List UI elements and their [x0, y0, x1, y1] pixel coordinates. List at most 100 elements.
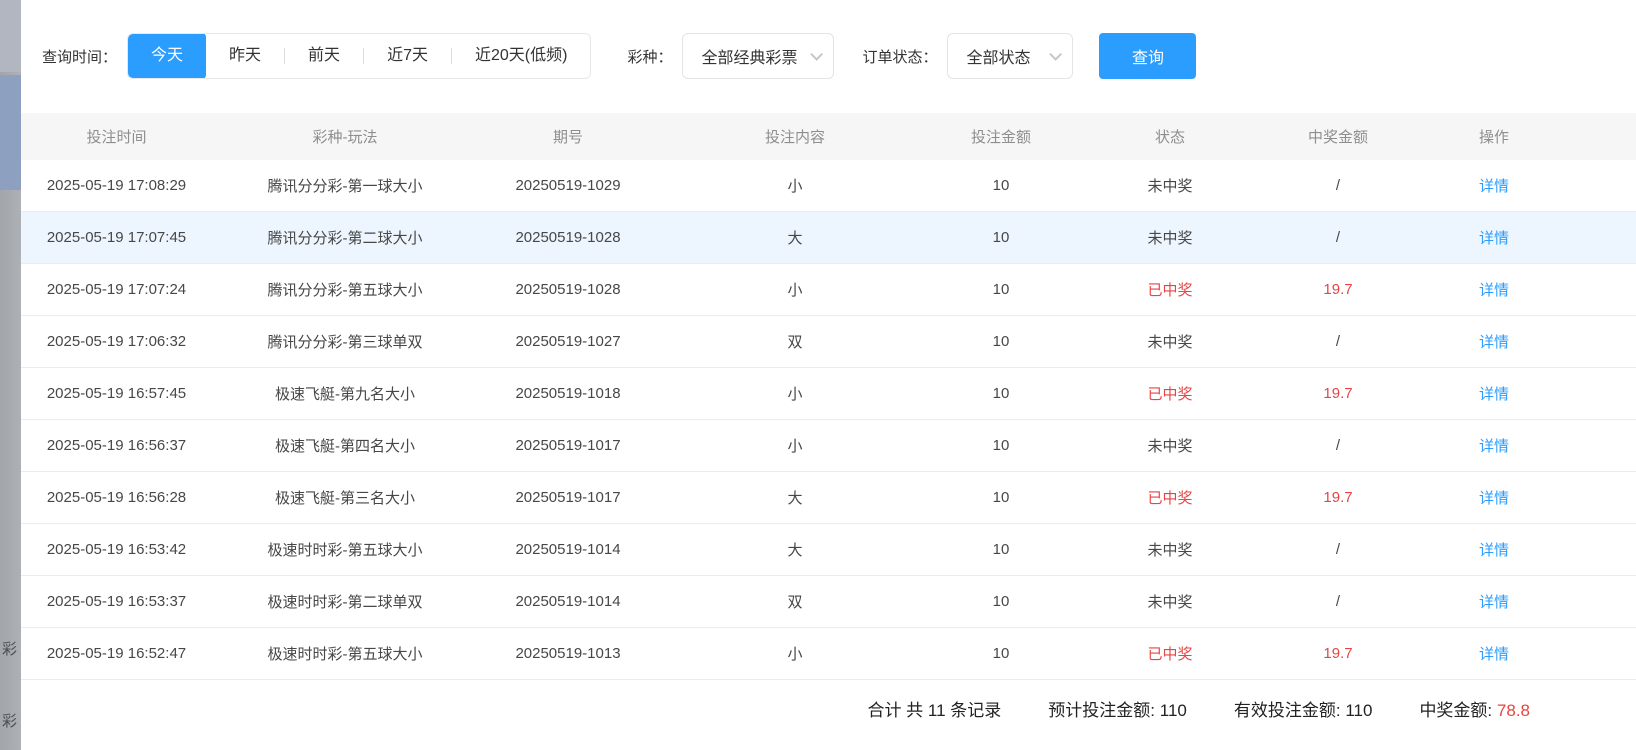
table-body: 2025-05-19 17:08:29腾讯分分彩-第一球大小20250519-1… [21, 160, 1636, 680]
content-cell: 大 [658, 539, 932, 560]
order-status-select[interactable]: 全部状态 [947, 33, 1073, 79]
order-status-value: 全部状态 [966, 44, 1030, 68]
status-cell: 已中奖 [1070, 487, 1270, 508]
amount-cell: 10 [932, 489, 1070, 506]
operation-cell: 详情 [1406, 383, 1582, 404]
content-cell: 小 [658, 643, 932, 664]
time-tab-last20days[interactable]: 近20天(低频) [452, 34, 590, 78]
operation-cell: 详情 [1406, 591, 1582, 612]
win-amount-cell: / [1270, 437, 1406, 454]
summary-expected-value: 110 [1160, 701, 1187, 720]
order-status-label: 订单状态： [862, 46, 937, 67]
betting-records-page: 查询时间： 今天 昨天 前天 近7天 近20天(低频) 彩种： 全部经典彩票 订… [21, 0, 1636, 750]
status-cell: 已中奖 [1070, 643, 1270, 664]
content-cell: 大 [658, 487, 932, 508]
sidebar-active-item-edge [0, 75, 21, 190]
time-filter-label: 查询时间： [42, 46, 117, 67]
content-cell: 小 [658, 279, 932, 300]
time-tab-day-before[interactable]: 前天 [285, 34, 363, 78]
amount-cell: 10 [932, 281, 1070, 298]
play-cell: 极速飞艇-第九名大小 [212, 383, 478, 404]
summary-total: 合计 共 11 条记录 [867, 696, 1001, 721]
content-cell: 小 [658, 435, 932, 456]
table-header-row: 投注时间 彩种-玩法 期号 投注内容 投注金额 状态 中奖金额 操作 [21, 113, 1636, 160]
records-table: 投注时间 彩种-玩法 期号 投注内容 投注金额 状态 中奖金额 操作 2025-… [21, 113, 1636, 680]
content-cell: 小 [658, 175, 932, 196]
play-cell: 腾讯分分彩-第二球大小 [212, 227, 478, 248]
time-tab-last7days[interactable]: 近7天 [364, 34, 451, 78]
summary-win: 中奖金额: 78.8 [1419, 696, 1530, 721]
table-row: 2025-05-19 17:08:29腾讯分分彩-第一球大小20250519-1… [21, 160, 1636, 212]
detail-link[interactable]: 详情 [1479, 386, 1509, 403]
detail-link[interactable]: 详情 [1479, 594, 1509, 611]
bet-time-cell: 2025-05-19 17:06:32 [21, 333, 212, 350]
detail-link[interactable]: 详情 [1479, 438, 1509, 455]
status-cell: 未中奖 [1070, 175, 1270, 196]
status-cell: 未中奖 [1070, 591, 1270, 612]
col-header-bet-time: 投注时间 [21, 126, 212, 147]
bet-time-cell: 2025-05-19 16:52:47 [21, 645, 212, 662]
table-row: 2025-05-19 16:53:37极速时时彩-第二球单双20250519-1… [21, 576, 1636, 628]
detail-link[interactable]: 详情 [1479, 178, 1509, 195]
col-header-play: 彩种-玩法 [212, 126, 478, 147]
amount-cell: 10 [932, 541, 1070, 558]
query-button[interactable]: 查询 [1099, 33, 1196, 79]
summary-expected: 预计投注金额: 110 [1048, 696, 1187, 721]
operation-cell: 详情 [1406, 539, 1582, 560]
operation-cell: 详情 [1406, 435, 1582, 456]
play-cell: 极速飞艇-第三名大小 [212, 487, 478, 508]
table-row: 2025-05-19 17:06:32腾讯分分彩-第三球单双20250519-1… [21, 316, 1636, 368]
lottery-type-select[interactable]: 全部经典彩票 [682, 33, 834, 79]
col-header-win-amount: 中奖金额 [1270, 126, 1406, 147]
detail-link[interactable]: 详情 [1479, 490, 1509, 507]
content-cell: 双 [658, 331, 932, 352]
detail-link[interactable]: 详情 [1479, 646, 1509, 663]
time-tab-yesterday[interactable]: 昨天 [206, 34, 284, 78]
amount-cell: 10 [932, 229, 1070, 246]
win-amount-cell: / [1270, 177, 1406, 194]
issue-cell: 20250519-1017 [478, 489, 658, 506]
content-cell: 小 [658, 383, 932, 404]
table-row: 2025-05-19 17:07:45腾讯分分彩-第二球大小20250519-1… [21, 212, 1636, 264]
detail-link[interactable]: 详情 [1479, 334, 1509, 351]
lottery-type-value: 全部经典彩票 [701, 44, 797, 68]
table-row: 2025-05-19 17:07:24腾讯分分彩-第五球大小20250519-1… [21, 264, 1636, 316]
col-header-content: 投注内容 [658, 126, 932, 147]
issue-cell: 20250519-1027 [478, 333, 658, 350]
bet-time-cell: 2025-05-19 16:56:28 [21, 489, 212, 506]
amount-cell: 10 [932, 645, 1070, 662]
col-header-status: 状态 [1070, 126, 1270, 147]
operation-cell: 详情 [1406, 643, 1582, 664]
play-cell: 腾讯分分彩-第一球大小 [212, 175, 478, 196]
win-amount-cell: 19.7 [1270, 645, 1406, 662]
win-amount-cell: / [1270, 541, 1406, 558]
amount-cell: 10 [932, 437, 1070, 454]
filter-bar: 查询时间： 今天 昨天 前天 近7天 近20天(低频) 彩种： 全部经典彩票 订… [21, 0, 1636, 79]
time-tab-today[interactable]: 今天 [128, 33, 206, 79]
win-amount-cell: 19.7 [1270, 489, 1406, 506]
win-amount-cell: 19.7 [1270, 281, 1406, 298]
table-row: 2025-05-19 16:53:42极速时时彩-第五球大小20250519-1… [21, 524, 1636, 576]
bet-time-cell: 2025-05-19 16:53:37 [21, 593, 212, 610]
play-cell: 极速飞艇-第四名大小 [212, 435, 478, 456]
status-cell: 已中奖 [1070, 383, 1270, 404]
sidebar-clipped-label: 彩 [2, 710, 21, 731]
sidebar-edge: 彩 彩 [0, 0, 21, 750]
play-cell: 腾讯分分彩-第三球单双 [212, 331, 478, 352]
bet-time-cell: 2025-05-19 17:07:24 [21, 281, 212, 298]
bet-time-cell: 2025-05-19 16:56:37 [21, 437, 212, 454]
detail-link[interactable]: 详情 [1479, 282, 1509, 299]
status-cell: 未中奖 [1070, 539, 1270, 560]
chevron-down-icon [811, 48, 824, 61]
summary-valid: 有效投注金额: 110 [1234, 696, 1373, 721]
amount-cell: 10 [932, 177, 1070, 194]
detail-link[interactable]: 详情 [1479, 230, 1509, 247]
issue-cell: 20250519-1013 [478, 645, 658, 662]
operation-cell: 详情 [1406, 175, 1582, 196]
col-header-issue: 期号 [478, 126, 658, 147]
issue-cell: 20250519-1014 [478, 541, 658, 558]
summary-bar: 合计 共 11 条记录 预计投注金额: 110 有效投注金额: 110 中奖金额… [21, 680, 1636, 721]
detail-link[interactable]: 详情 [1479, 542, 1509, 559]
table-row: 2025-05-19 16:56:37极速飞艇-第四名大小20250519-10… [21, 420, 1636, 472]
sidebar-clipped-label: 彩 [2, 638, 21, 659]
